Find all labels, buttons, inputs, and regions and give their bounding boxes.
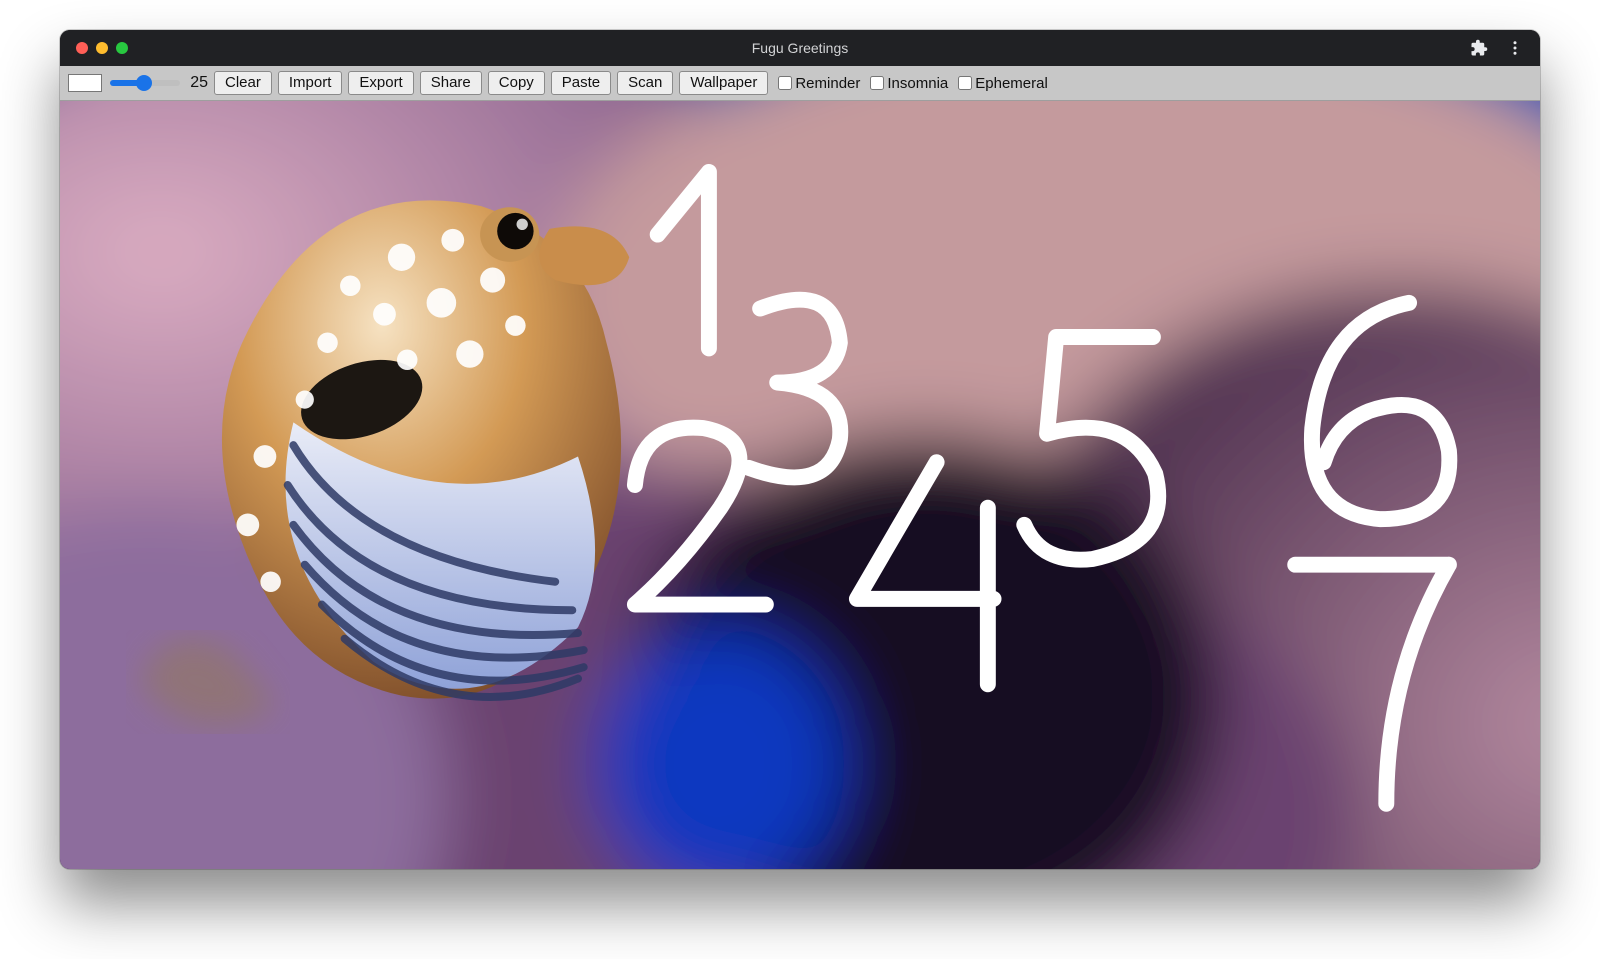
clear-button[interactable]: Clear (214, 71, 272, 95)
window-controls (60, 42, 128, 54)
scan-button[interactable]: Scan (617, 71, 673, 95)
extensions-icon[interactable] (1470, 39, 1488, 57)
ephemeral-checkbox-wrap[interactable]: Ephemeral (958, 75, 1048, 92)
toolbar: 25 Clear Import Export Share Copy Paste … (60, 66, 1540, 101)
stroke-number-2 (635, 428, 766, 605)
copy-button[interactable]: Copy (488, 71, 545, 95)
insomnia-label: Insomnia (887, 75, 948, 92)
share-button[interactable]: Share (420, 71, 482, 95)
app-window: Fugu Greetings 25 Clear Import Export Sh… (60, 30, 1540, 869)
import-button[interactable]: Import (278, 71, 343, 95)
minimize-window-button[interactable] (96, 42, 108, 54)
stroke-number-1 (658, 172, 709, 348)
stroke-number-7 (1295, 565, 1449, 804)
brush-size-value: 25 (188, 74, 208, 92)
drawing-canvas[interactable] (60, 101, 1540, 869)
canvas-ink-layer (60, 101, 1540, 869)
stroke-number-6 (1312, 303, 1449, 519)
reminder-label: Reminder (795, 75, 860, 92)
reminder-checkbox[interactable] (778, 76, 792, 90)
ephemeral-checkbox[interactable] (958, 76, 972, 90)
brush-size-slider[interactable] (110, 80, 180, 86)
ephemeral-label: Ephemeral (975, 75, 1048, 92)
stroke-number-4 (857, 462, 994, 684)
reminder-checkbox-wrap[interactable]: Reminder (778, 75, 860, 92)
stroke-number-5 (1024, 337, 1158, 560)
color-swatch[interactable] (68, 74, 102, 92)
titlebar: Fugu Greetings (60, 30, 1540, 66)
close-window-button[interactable] (76, 42, 88, 54)
insomnia-checkbox[interactable] (870, 76, 884, 90)
window-title: Fugu Greetings (60, 40, 1540, 56)
wallpaper-button[interactable]: Wallpaper (679, 71, 768, 95)
export-button[interactable]: Export (348, 71, 413, 95)
stroke-number-3 (749, 300, 841, 478)
zoom-window-button[interactable] (116, 42, 128, 54)
insomnia-checkbox-wrap[interactable]: Insomnia (870, 75, 948, 92)
more-menu-icon[interactable] (1506, 39, 1524, 57)
paste-button[interactable]: Paste (551, 71, 611, 95)
